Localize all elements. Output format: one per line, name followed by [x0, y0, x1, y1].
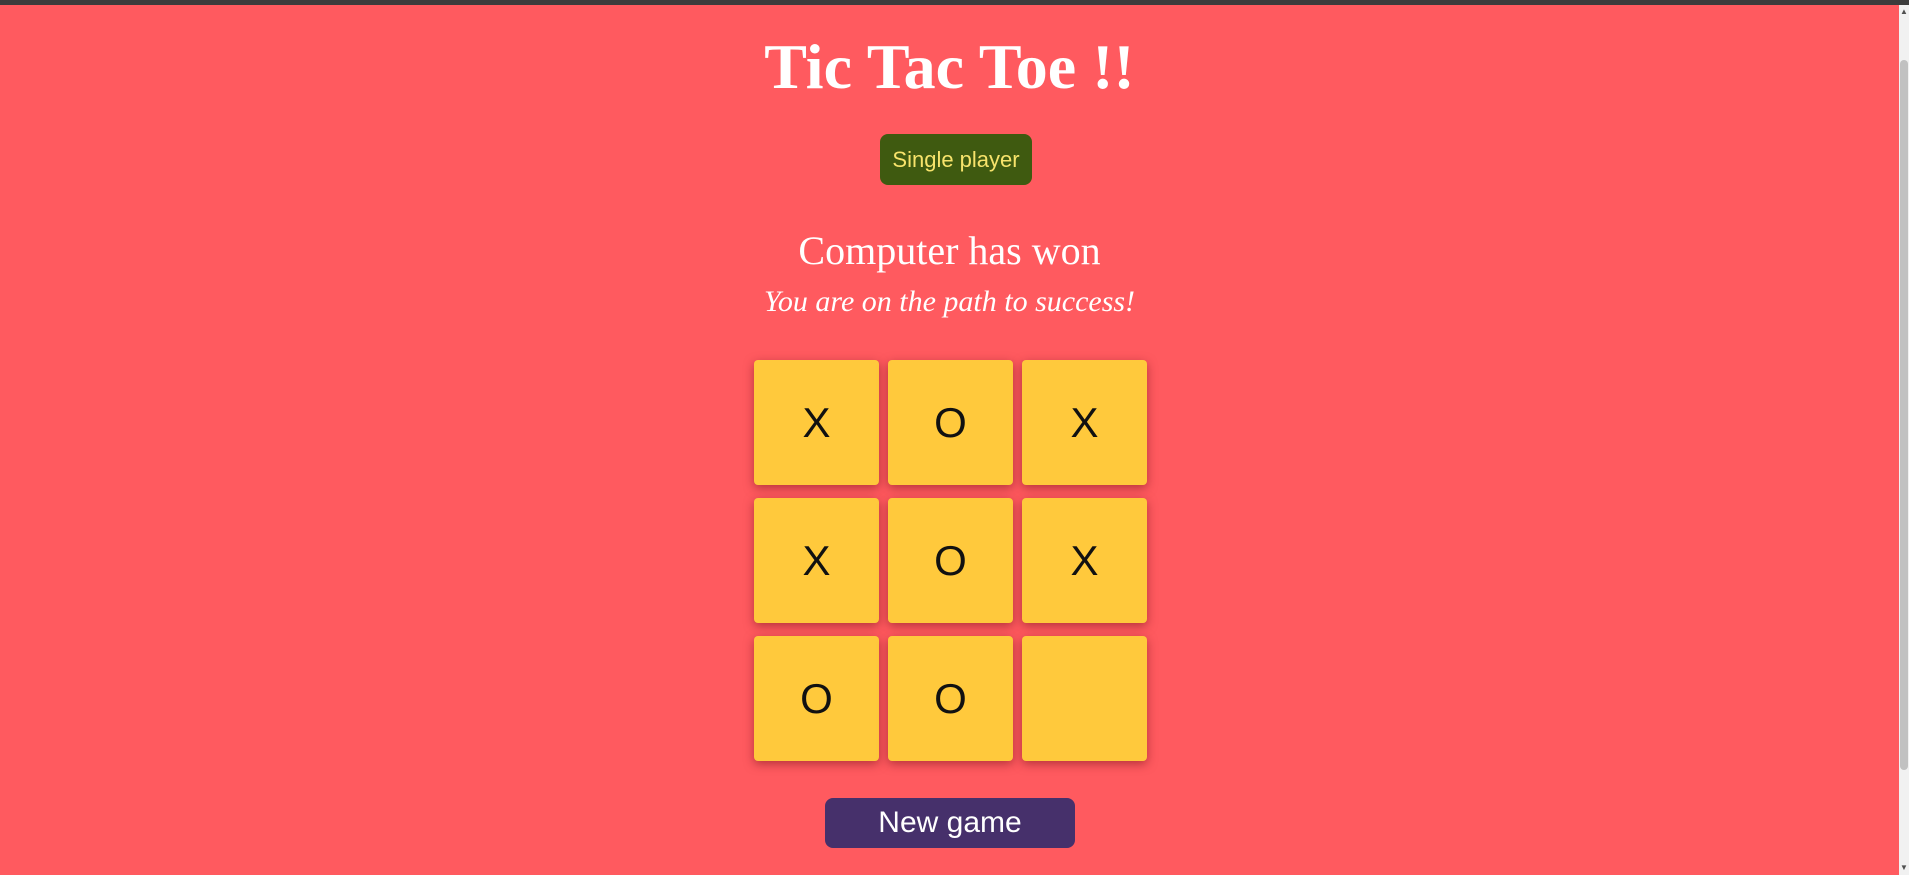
- game-page: Tic Tac Toe !! Single player Computer ha…: [0, 5, 1899, 875]
- scroll-down-arrow-icon[interactable]: ▼: [1899, 861, 1909, 875]
- board-cell-9[interactable]: [1022, 636, 1147, 761]
- board-cell-1[interactable]: X: [754, 360, 879, 485]
- page-title: Tic Tac Toe !!: [764, 31, 1135, 102]
- motto-text: You are on the path to success!: [763, 285, 1136, 318]
- scroll-up-arrow-icon[interactable]: ▲: [1899, 5, 1909, 19]
- scrollbar-thumb[interactable]: [1900, 60, 1908, 770]
- single-player-button[interactable]: Single player: [880, 134, 1032, 185]
- board-cell-7[interactable]: O: [754, 636, 879, 761]
- board-cell-2[interactable]: O: [888, 360, 1013, 485]
- game-status: Computer has won: [798, 228, 1101, 273]
- board-cell-6[interactable]: X: [1022, 498, 1147, 623]
- board-cell-8[interactable]: O: [888, 636, 1013, 761]
- board-cell-3[interactable]: X: [1022, 360, 1147, 485]
- new-game-button[interactable]: New game: [825, 798, 1075, 848]
- board-cell-5[interactable]: O: [888, 498, 1013, 623]
- board-cell-4[interactable]: X: [754, 498, 879, 623]
- game-board: X O X X O X O O: [754, 360, 1147, 766]
